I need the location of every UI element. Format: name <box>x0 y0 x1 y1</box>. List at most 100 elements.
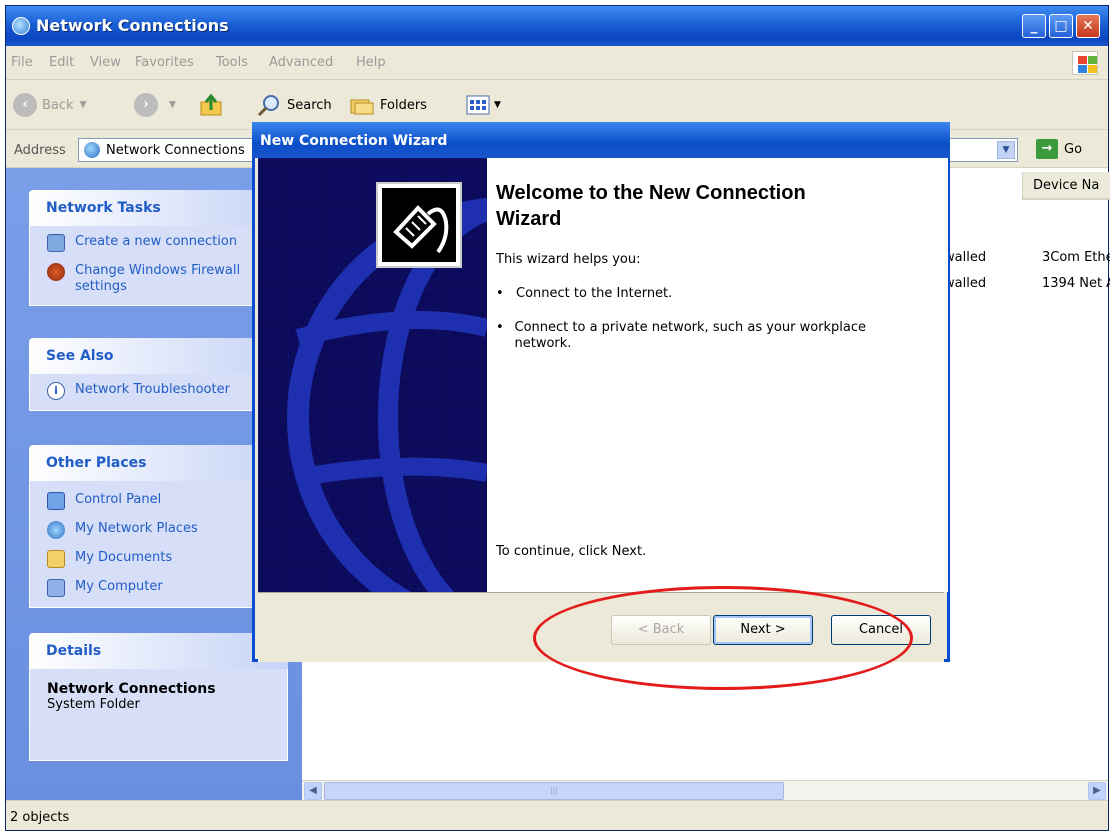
address-label: Address <box>14 143 66 158</box>
see-also-header[interactable]: See Also <box>29 338 288 374</box>
menu-edit[interactable]: Edit <box>49 55 74 70</box>
search-icon <box>257 95 279 116</box>
details-name: Network Connections <box>47 681 216 697</box>
window-title: Network Connections <box>36 16 229 35</box>
menu-bar: File Edit View Favorites Tools Advanced … <box>6 46 1108 80</box>
my-network-places-label: My Network Places <box>75 521 198 536</box>
go-label: Go <box>1064 141 1083 157</box>
scrollbar-thumb[interactable]: ||| <box>324 782 784 800</box>
back-label: Back <box>42 97 74 113</box>
network-connections-icon <box>84 142 100 158</box>
control-panel-label: Control Panel <box>75 492 162 507</box>
network-cable-icon <box>393 205 449 254</box>
wizard-bullet-text: Connect to a private network, such as yo… <box>514 320 867 351</box>
details-type: System Folder <box>47 697 140 712</box>
address-value: Network Connections <box>106 143 245 158</box>
connection-wizard-logo <box>376 182 462 268</box>
folder-up-icon <box>200 94 222 116</box>
go-arrow-icon: → <box>1036 139 1058 159</box>
go-button[interactable]: → Go <box>1036 139 1082 159</box>
my-documents-link[interactable]: My Documents <box>47 550 281 568</box>
wizard-title-bar[interactable]: New Connection Wizard <box>252 122 950 158</box>
connection-device-cell[interactable]: 3Com Ethe <box>1042 250 1110 265</box>
scroll-left-icon[interactable]: ◀ <box>304 782 322 800</box>
status-text: 2 objects <box>10 810 70 825</box>
search-label: Search <box>287 97 332 113</box>
connection-device-cell[interactable]: 1394 Net A <box>1042 276 1110 291</box>
column-header-device-name[interactable]: Device Na <box>1022 172 1110 200</box>
create-connection-link[interactable]: Create a new connection <box>47 234 281 252</box>
search-button[interactable]: Search <box>256 94 332 116</box>
menu-view[interactable]: View <box>90 55 121 70</box>
my-computer-label: My Computer <box>75 579 163 594</box>
network-tasks-body: Create a new connection Change Windows F… <box>29 226 288 306</box>
menu-advanced[interactable]: Advanced <box>269 55 333 70</box>
connection-status-cell: walled <box>944 250 987 265</box>
close-button[interactable]: ✕ <box>1076 14 1100 38</box>
network-tasks-header[interactable]: Network Tasks <box>29 190 288 226</box>
create-connection-label: Create a new connection <box>75 234 238 249</box>
wizard-bullet: • Connect to the Internet. <box>496 286 673 301</box>
up-button[interactable] <box>199 94 230 116</box>
details-body: Network Connections System Folder <box>29 669 288 761</box>
my-computer-icon <box>47 579 65 597</box>
chevron-down-icon[interactable]: ▼ <box>997 141 1015 159</box>
views-button[interactable]: ▼ <box>461 94 501 116</box>
control-panel-icon <box>47 492 65 510</box>
forward-button[interactable]: › ▼ <box>134 91 176 119</box>
title-bar[interactable]: Network Connections _ □ ✕ <box>6 6 1108 46</box>
menu-favorites[interactable]: Favorites <box>135 55 194 70</box>
other-places-header[interactable]: Other Places <box>29 445 288 481</box>
my-network-places-link[interactable]: My Network Places <box>47 521 281 539</box>
network-places-icon <box>47 521 65 539</box>
see-also-body: i Network Troubleshooter <box>29 374 288 411</box>
wizard-intro: This wizard helps you: <box>496 252 641 267</box>
chevron-down-icon: ▼ <box>169 100 176 110</box>
scroll-right-icon[interactable]: ▶ <box>1088 782 1106 800</box>
windows-logo-icon <box>1072 51 1098 75</box>
chevron-down-icon: ▼ <box>494 100 501 110</box>
views-icon <box>466 95 490 115</box>
horizontal-scrollbar[interactable]: ◀ ||| ▶ <box>302 780 1108 800</box>
menu-file[interactable]: File <box>11 55 33 70</box>
folders-label: Folders <box>380 97 427 113</box>
wizard-heading: Welcome to the New Connection Wizard <box>496 182 806 230</box>
network-tasks-panel: Network Tasks Create a new connection Ch… <box>29 190 288 306</box>
red-highlight-ellipse <box>533 586 913 690</box>
info-icon: i <box>47 382 65 400</box>
minimize-button[interactable]: _ <box>1022 14 1046 38</box>
other-places-panel: Other Places Control Panel My Network Pl… <box>29 445 288 608</box>
connection-status-cell: walled <box>944 276 987 291</box>
network-connections-icon <box>12 17 30 35</box>
wizard-bullet: • Connect to a private network, such as y… <box>496 320 896 352</box>
wizard-side-banner <box>258 158 487 592</box>
new-connection-wizard-dialog: New Connection Wizard Welcome to the New… <box>252 122 950 662</box>
details-header[interactable]: Details <box>29 633 288 669</box>
menu-help[interactable]: Help <box>356 55 386 70</box>
wizard-content: Welcome to the New Connection Wizard Thi… <box>487 158 948 592</box>
back-arrow-icon: ‹ <box>13 93 37 117</box>
menu-tools[interactable]: Tools <box>216 55 248 70</box>
status-bar: 2 objects <box>6 800 1108 830</box>
firewall-icon <box>47 263 65 281</box>
my-documents-icon <box>47 550 65 568</box>
firewall-settings-link[interactable]: Change Windows Firewall settings <box>47 263 281 295</box>
see-also-panel: See Also i Network Troubleshooter <box>29 338 288 411</box>
my-documents-label: My Documents <box>75 550 173 565</box>
control-panel-link[interactable]: Control Panel <box>47 492 281 510</box>
my-computer-link[interactable]: My Computer <box>47 579 281 597</box>
back-button[interactable]: ‹ Back ▼ <box>13 91 86 119</box>
other-places-body: Control Panel My Network Places My Docum… <box>29 481 288 608</box>
folders-button[interactable]: Folders <box>349 94 427 116</box>
details-panel: Details Network Connections System Folde… <box>29 633 288 761</box>
new-connection-icon <box>47 234 65 252</box>
network-troubleshooter-link[interactable]: i Network Troubleshooter <box>47 382 281 400</box>
chevron-down-icon: ▼ <box>79 100 87 110</box>
wizard-continue-text: To continue, click Next. <box>496 544 647 559</box>
maximize-button[interactable]: □ <box>1049 14 1073 38</box>
firewall-settings-label: Change Windows Firewall settings <box>75 263 241 294</box>
forward-arrow-icon: › <box>134 93 158 117</box>
wizard-bullet-text: Connect to the Internet. <box>516 286 673 301</box>
network-troubleshooter-label: Network Troubleshooter <box>75 382 230 397</box>
folders-icon <box>350 99 374 115</box>
